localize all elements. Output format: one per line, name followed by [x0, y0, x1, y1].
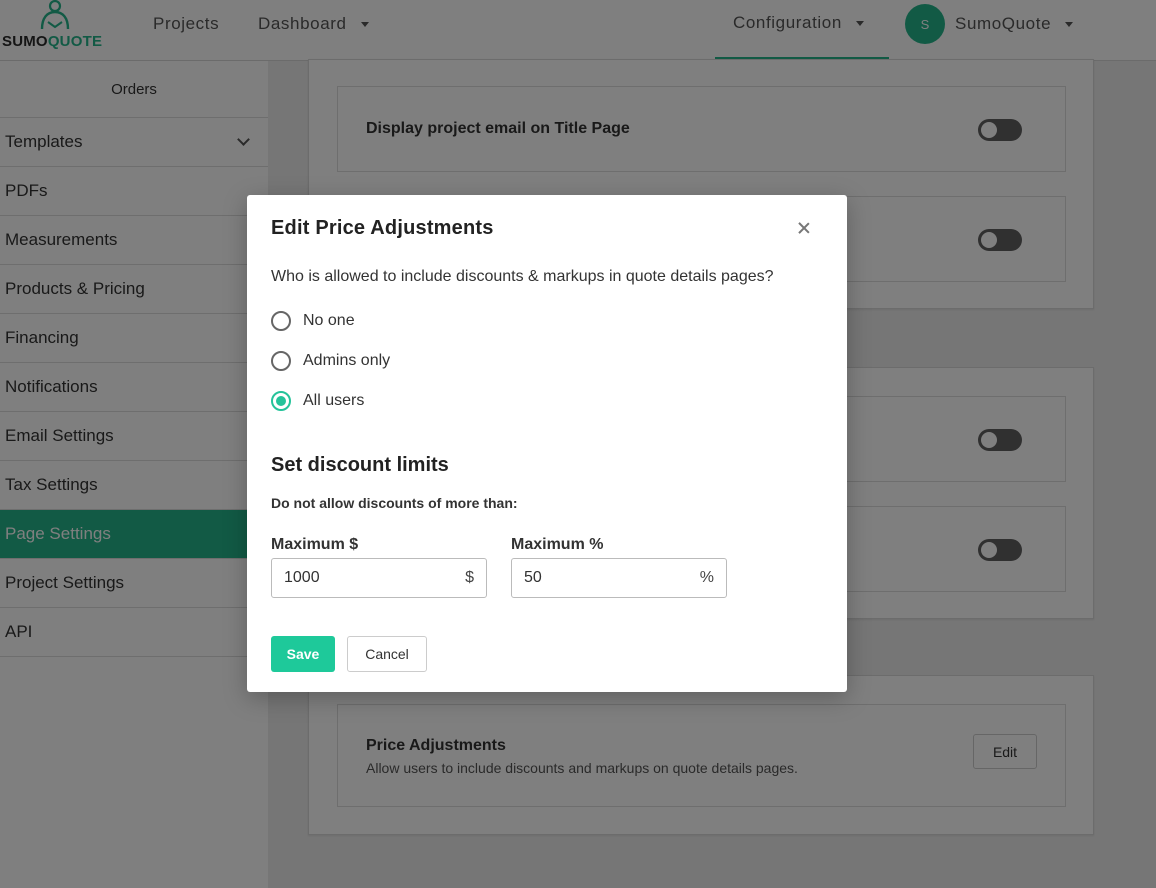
max-percent-label: Maximum % [511, 536, 604, 553]
radio-circle-icon[interactable] [271, 351, 291, 371]
save-button-label: Save [286, 646, 320, 662]
dialog-title: Edit Price Adjustments [271, 217, 494, 239]
radio-admins-only[interactable]: Admins only [271, 351, 390, 371]
radio-checked-icon[interactable] [271, 391, 291, 411]
max-percent-input[interactable]: 50 % [511, 558, 727, 598]
radio-no-one[interactable]: No one [271, 311, 355, 331]
max-percent-value: 50 [524, 569, 542, 586]
cancel-button-label: Cancel [365, 646, 409, 662]
radio-circle-icon[interactable] [271, 311, 291, 331]
cancel-button[interactable]: Cancel [347, 636, 427, 672]
dollar-unit: $ [465, 569, 474, 586]
radio-label: No one [303, 312, 355, 329]
radio-all-users[interactable]: All users [271, 391, 364, 411]
discount-limits-hint: Do not allow discounts of more than: [271, 495, 518, 511]
percent-unit: % [699, 569, 714, 586]
save-button[interactable]: Save [271, 636, 335, 672]
discount-limits-title: Set discount limits [271, 454, 449, 476]
permission-question: Who is allowed to include discounts & ma… [271, 268, 774, 285]
radio-label: Admins only [303, 352, 391, 369]
max-dollar-label: Maximum $ [271, 536, 359, 553]
close-icon[interactable] [796, 220, 812, 236]
max-dollar-value: 1000 [284, 569, 320, 586]
max-dollar-input[interactable]: 1000 $ [271, 558, 487, 598]
radio-label: All users [303, 392, 365, 409]
edit-price-adjustments-dialog: Edit Price Adjustments Who is allowed to… [247, 195, 847, 692]
